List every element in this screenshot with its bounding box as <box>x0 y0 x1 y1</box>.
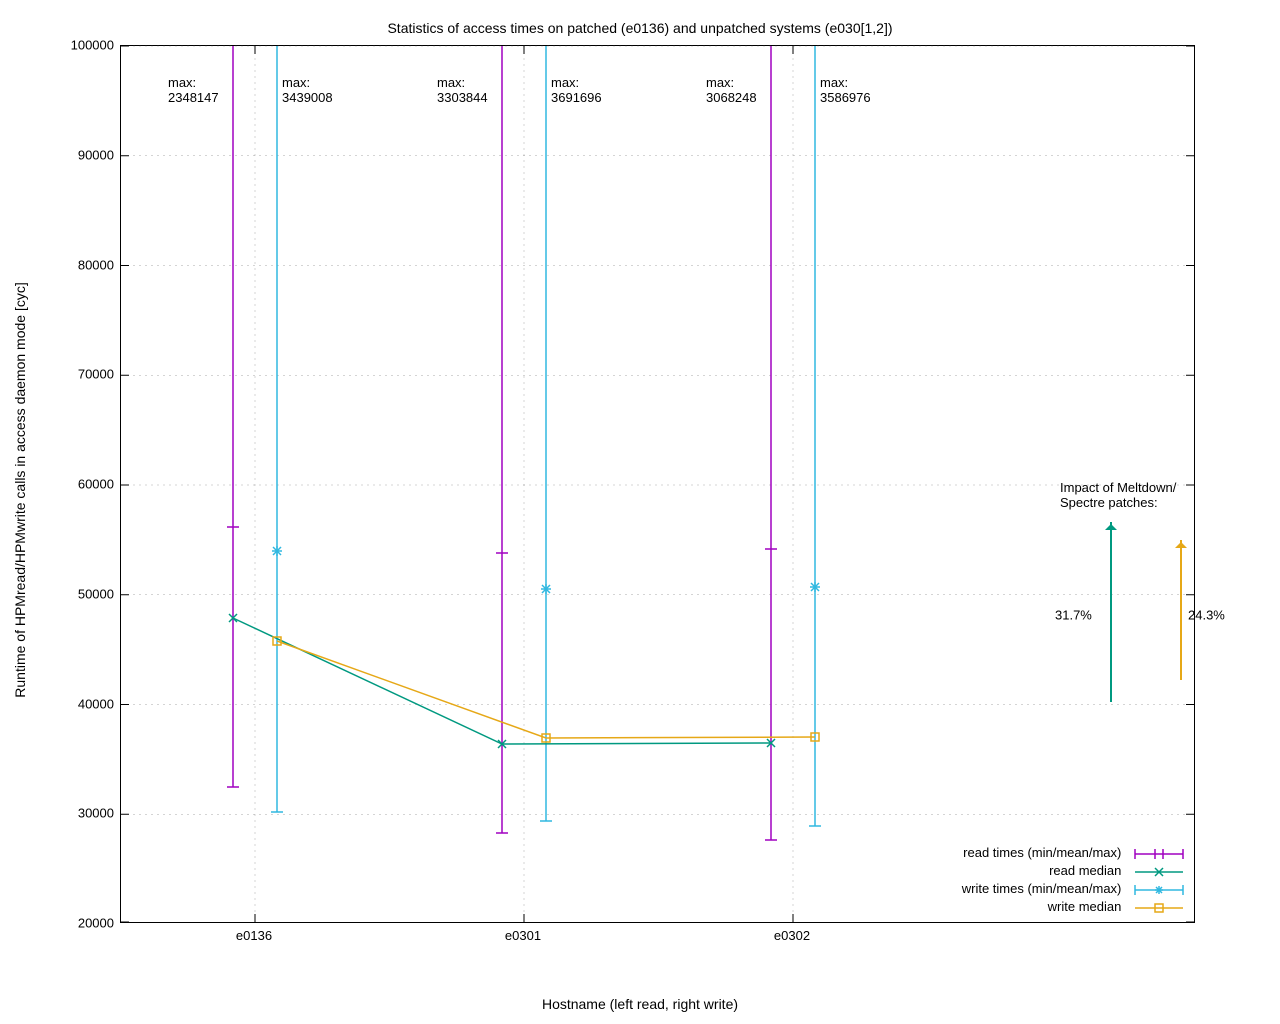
ytick-30000: 30000 <box>78 806 114 821</box>
write-errorbars <box>271 46 821 826</box>
max-label-2: max: 3303844 <box>437 75 488 105</box>
max-label-5: max: 3586976 <box>820 75 871 105</box>
y-axis-label: Runtime of HPMread/HPMwrite calls in acc… <box>12 282 28 697</box>
write-arrowhead-icon <box>1175 536 1187 548</box>
read-pct: 31.7% <box>1055 608 1092 623</box>
ytick-50000: 50000 <box>78 586 114 601</box>
legend-write-err: write times (min/mean/max) <box>962 880 1185 898</box>
legend-read-med: read median <box>962 862 1185 880</box>
ytick-90000: 90000 <box>78 147 114 162</box>
ytick-80000: 80000 <box>78 257 114 272</box>
ytick-20000: 20000 <box>78 916 114 931</box>
max-label-3: max: 3691696 <box>551 75 602 105</box>
read-errorbars <box>227 46 777 840</box>
gridlines <box>121 46 1194 922</box>
x-axis-label: Hostname (left read, right write) <box>0 996 1280 1012</box>
write-pct: 24.3% <box>1188 608 1225 623</box>
xtick-e0136: e0136 <box>236 928 272 943</box>
legend-write-med: write median <box>962 898 1185 916</box>
xtick-e0301: e0301 <box>505 928 541 943</box>
axis-ticks <box>121 46 1194 922</box>
ytick-70000: 70000 <box>78 367 114 382</box>
read-arrowhead-icon <box>1105 518 1117 530</box>
read-arrow-icon <box>1110 522 1112 702</box>
legend: read times (min/mean/max) read median wr… <box>962 844 1185 916</box>
ytick-100000: 100000 <box>71 38 114 53</box>
chart-title: Statistics of access times on patched (e… <box>0 20 1280 36</box>
max-label-0: max: 2348147 <box>168 75 219 105</box>
plot-area <box>120 45 1195 923</box>
max-label-1: max: 3439008 <box>282 75 333 105</box>
write-arrow-icon <box>1180 540 1182 680</box>
ytick-60000: 60000 <box>78 477 114 492</box>
max-label-4: max: 3068248 <box>706 75 757 105</box>
legend-read-err: read times (min/mean/max) <box>962 844 1185 862</box>
impact-annotation: Impact of Meltdown/ Spectre patches: 31.… <box>1060 480 1260 510</box>
ytick-40000: 40000 <box>78 696 114 711</box>
xtick-e0302: e0302 <box>774 928 810 943</box>
impact-heading: Impact of Meltdown/ Spectre patches: <box>1060 480 1260 510</box>
